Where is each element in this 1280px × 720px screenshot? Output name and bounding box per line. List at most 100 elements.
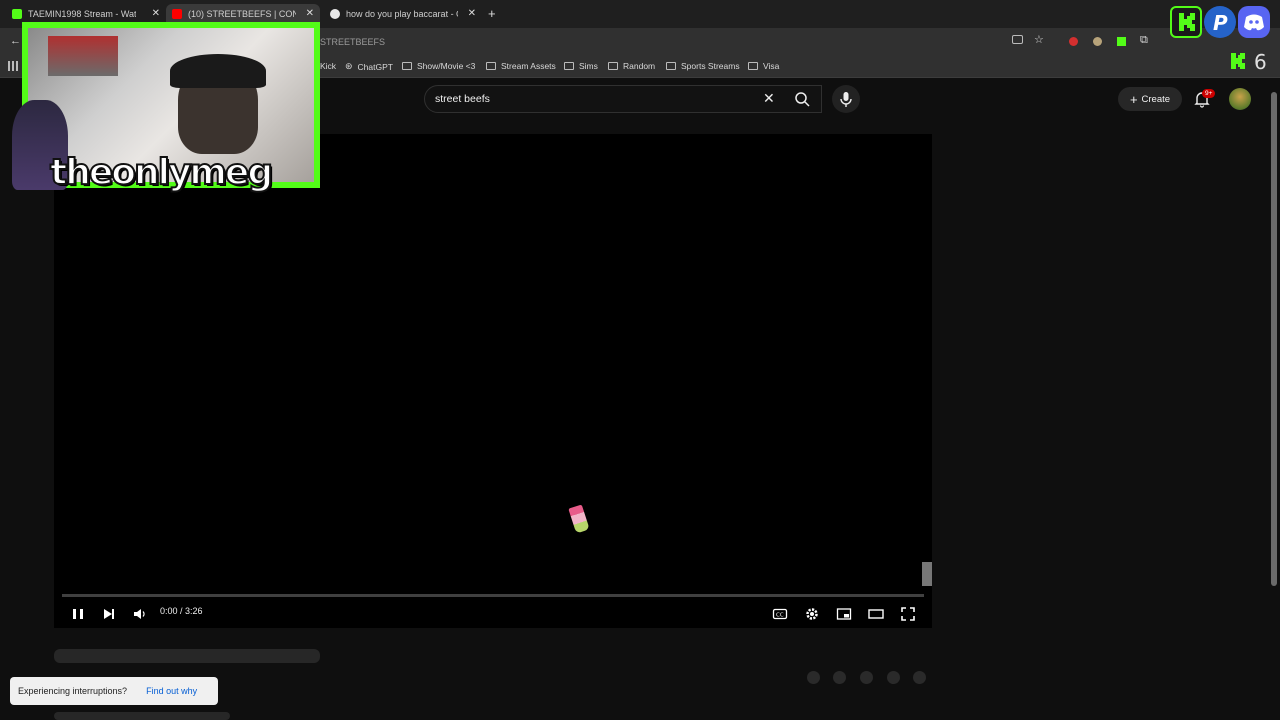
notification-badge: 9+ (1202, 89, 1216, 98)
avatar[interactable] (1229, 88, 1251, 110)
search-box[interactable]: street beefs ✕ (424, 85, 822, 113)
find-out-why-link[interactable]: Find out why (146, 686, 197, 696)
settings-button[interactable] (804, 606, 820, 622)
discord-icon (1238, 6, 1270, 38)
skip-next-icon (104, 609, 114, 619)
bookmark-label: Stream Assets (501, 61, 556, 71)
miniplayer-button[interactable] (836, 606, 852, 622)
bookmark-kick[interactable]: Kick (320, 61, 336, 71)
interruptions-toast: Experiencing interruptions? Find out why (10, 677, 218, 705)
toast-message: Experiencing interruptions? (18, 686, 128, 696)
drink-sticker-icon (568, 504, 590, 534)
create-label: Create (1141, 93, 1171, 105)
chatgpt-icon: ⊛ (345, 61, 353, 71)
streamer-name-label: theonlymeg (49, 151, 274, 194)
extensions-puzzle-icon[interactable]: ⧉ (1140, 34, 1148, 47)
next-button[interactable] (101, 606, 117, 622)
folder-icon (666, 62, 676, 70)
bookmark-folder-sports-streams[interactable]: Sports Streams (666, 61, 740, 71)
folder-icon (402, 62, 412, 70)
folder-icon (564, 62, 574, 70)
tab-kick-stream[interactable]: TAEMIN1998 Stream - Watch Live ✕ (12, 4, 160, 24)
kick-follower-icon (1229, 52, 1247, 70)
microphone-icon (840, 92, 852, 107)
back-icon[interactable]: ← (10, 35, 21, 47)
close-icon[interactable]: ✕ (306, 8, 314, 19)
progress-bar[interactable] (62, 594, 924, 597)
gear-icon (806, 608, 818, 620)
bookmark-label: Sports Streams (681, 61, 740, 71)
mute-button[interactable] (131, 606, 147, 622)
bookmark-label: Random (623, 61, 656, 71)
action-dot (887, 671, 900, 684)
meta-skeleton (54, 712, 230, 720)
close-icon[interactable]: ✕ (152, 8, 160, 19)
tab-title: (10) STREETBEEFS | CONAN vs (188, 9, 296, 19)
voice-search-button[interactable] (832, 85, 860, 113)
url-text[interactable]: STREETBEEFS (320, 37, 385, 47)
pause-button[interactable] (70, 606, 86, 622)
youtube-icon (172, 9, 182, 19)
svg-text:P: P (1213, 11, 1228, 35)
time-display: 0:00 / 3:26 (160, 606, 203, 616)
apps-grid-icon[interactable] (8, 61, 18, 71)
create-button[interactable]: + Create (1118, 87, 1182, 111)
volume-icon (134, 609, 145, 619)
webcam-shelf (48, 36, 118, 76)
action-dot (913, 671, 926, 684)
extension-kick-icon[interactable] (1117, 37, 1126, 46)
bookmark-label: Sims (579, 61, 598, 71)
captions-icon: CC (772, 608, 788, 620)
tab-title: TAEMIN1998 Stream - Watch Live (28, 9, 136, 19)
end-screen-thumbnail-icon (922, 562, 932, 586)
miniplayer-icon (836, 608, 852, 620)
paypal-icon: P (1204, 6, 1236, 38)
action-dot (833, 671, 846, 684)
captions-button[interactable]: CC (772, 606, 788, 622)
kick-count: 6 (1254, 50, 1267, 74)
theater-icon (868, 609, 884, 619)
page-scrollbar[interactable] (1271, 92, 1277, 586)
extension-red-icon[interactable] (1069, 37, 1078, 46)
search-button[interactable] (786, 85, 822, 113)
kick-icon (12, 9, 22, 19)
bookmark-label: Kick (320, 61, 337, 71)
install-icon[interactable] (1012, 35, 1023, 44)
bookmark-chatgpt[interactable]: ⊛ ChatGPT (345, 61, 393, 72)
tab-title: how do you play baccarat - Google (346, 9, 458, 19)
bookmark-folder-sims[interactable]: Sims (564, 61, 598, 71)
close-icon[interactable]: ✕ (468, 8, 476, 19)
new-tab-icon[interactable]: + (488, 6, 496, 21)
svg-text:CC: CC (776, 613, 784, 619)
folder-icon (608, 62, 618, 70)
search-icon (795, 92, 810, 107)
action-dot (807, 671, 820, 684)
video-player[interactable]: 0:00 / 3:26 CC (54, 134, 932, 628)
fullscreen-icon (901, 607, 915, 621)
title-skeleton (54, 649, 320, 663)
bookmark-label: ChatGPT (357, 61, 393, 72)
bookmark-folder-visa[interactable]: Visa (748, 61, 779, 71)
streamer-cap (170, 54, 266, 88)
search-input[interactable]: street beefs (435, 93, 490, 105)
pause-icon (73, 609, 83, 619)
kick-logo-icon (1170, 6, 1202, 38)
action-dot (860, 671, 873, 684)
folder-icon (748, 62, 758, 70)
google-icon (330, 9, 340, 19)
tab-google-search[interactable]: how do you play baccarat - Google ✕ (330, 4, 476, 24)
tab-youtube-streetbeefs[interactable]: (10) STREETBEEFS | CONAN vs ✕ (166, 4, 320, 24)
bookmark-folder-stream-assets[interactable]: Stream Assets (486, 61, 556, 71)
star-icon[interactable]: ☆ (1034, 33, 1044, 46)
bookmark-label: Visa (763, 61, 780, 71)
bookmark-folder-show-movie[interactable]: Show/Movie <3 (402, 61, 475, 71)
clear-search-icon[interactable]: ✕ (763, 90, 775, 107)
plus-icon: + (1129, 91, 1138, 107)
bookmark-label: Show/Movie <3 (417, 61, 476, 71)
theater-mode-button[interactable] (868, 606, 884, 622)
fullscreen-button[interactable] (900, 606, 916, 622)
player-controls: 0:00 / 3:26 CC (54, 600, 932, 628)
folder-icon (486, 62, 496, 70)
extension-tan-icon[interactable] (1093, 37, 1102, 46)
bookmark-folder-random[interactable]: Random (608, 61, 655, 71)
